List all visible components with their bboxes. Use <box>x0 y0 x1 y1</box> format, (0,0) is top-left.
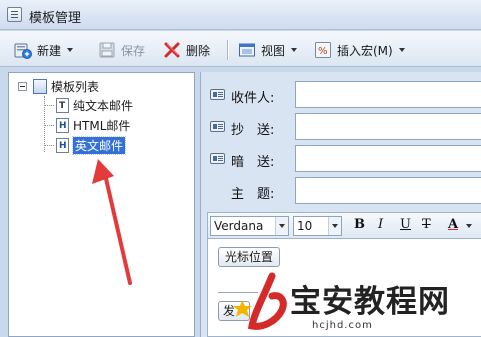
new-template-icon <box>14 41 32 59</box>
chevron-down-icon <box>398 48 405 52</box>
svg-text:%: % <box>318 46 328 57</box>
subject-field[interactable] <box>295 177 481 204</box>
toolbar-separator <box>227 40 228 60</box>
tree-item-label: 纯文本邮件 <box>73 98 134 113</box>
save-button[interactable]: 保存 <box>98 39 145 61</box>
tree-item-label: 英文邮件 <box>71 135 127 155</box>
font-family-select[interactable]: Verdana <box>210 216 289 236</box>
insert-macro-icon: % <box>314 41 332 59</box>
tree-item-plain-text[interactable]: T 纯文本邮件 <box>56 96 133 114</box>
tree-item-label: HTML邮件 <box>73 118 131 133</box>
window-title-bar: 模板管理 <box>0 0 481 30</box>
bcc-field[interactable] <box>295 145 481 172</box>
font-family-value: Verdana <box>214 219 264 233</box>
watermark-url: hcjhd.com <box>312 320 373 331</box>
address-book-icon[interactable] <box>210 153 225 164</box>
cc-label: 抄 送: <box>231 123 275 138</box>
cc-field[interactable] <box>295 113 481 140</box>
template-list-icon <box>33 78 47 94</box>
format-toolbar: Verdana 10 B I U T A <box>207 212 481 239</box>
template-tree: 模板列表 T 纯文本邮件 H HTML邮件 H 英文邮件 <box>8 72 195 337</box>
watermark-text: 宝安教程网 <box>290 284 450 320</box>
font-size-select[interactable]: 10 <box>293 216 342 236</box>
delete-icon <box>163 41 181 59</box>
font-color-button[interactable]: A <box>448 217 458 232</box>
chevron-down-icon <box>291 48 298 52</box>
delete-button[interactable]: 删除 <box>163 39 210 61</box>
view-icon <box>238 41 256 59</box>
watermark-logo-icon <box>233 272 287 330</box>
watermark: 宝安教程网 hcjhd.com <box>232 268 481 337</box>
bcc-row: 暗 送: <box>201 145 481 172</box>
to-label: 收件人: <box>231 91 275 106</box>
chevron-down-icon <box>466 224 472 228</box>
app-icon <box>7 7 22 22</box>
address-book-icon[interactable] <box>210 89 225 100</box>
collapse-toggle[interactable] <box>18 82 27 91</box>
toolbar: 新建 保存 删除 视图 % 插入宏(M) <box>0 31 481 67</box>
tree-root-label: 模板列表 <box>51 79 100 94</box>
italic-button[interactable]: I <box>378 217 383 232</box>
chevron-down-icon <box>328 217 341 235</box>
text-doc-icon: T <box>56 97 69 113</box>
chevron-down-icon <box>67 48 74 52</box>
to-row: 收件人: <box>201 81 481 108</box>
cc-row: 抄 送: <box>201 113 481 140</box>
strikethrough-button[interactable]: T <box>422 217 431 232</box>
subject-row: 主 题: <box>201 177 481 204</box>
bold-button[interactable]: B <box>354 217 365 232</box>
save-button-label: 保存 <box>121 43 146 58</box>
tree-connector <box>45 125 54 126</box>
html-doc-icon: H <box>56 137 69 153</box>
save-icon <box>98 41 116 59</box>
bcc-label: 暗 送: <box>231 155 275 170</box>
delete-button-label: 删除 <box>186 43 211 58</box>
tree-connector <box>45 105 54 106</box>
new-button[interactable]: 新建 <box>14 39 74 61</box>
subject-label: 主 题: <box>231 187 275 202</box>
insert-macro-button[interactable]: % 插入宏(M) <box>314 39 405 61</box>
tree-item-html[interactable]: H HTML邮件 <box>56 116 130 134</box>
view-button-label: 视图 <box>261 43 286 58</box>
to-field[interactable] <box>295 81 481 108</box>
underline-button[interactable]: U <box>400 217 411 232</box>
tree-item-english[interactable]: H 英文邮件 <box>56 135 127 155</box>
font-size-value: 10 <box>297 219 313 233</box>
window-title: 模板管理 <box>29 11 82 26</box>
html-doc-icon: H <box>56 117 69 133</box>
address-book-icon[interactable] <box>210 121 225 132</box>
tree-connector <box>45 145 54 146</box>
tree-root[interactable]: 模板列表 <box>33 77 99 95</box>
cursor-position-button[interactable]: 光标位置 <box>218 247 281 267</box>
view-button[interactable]: 视图 <box>238 39 298 61</box>
new-button-label: 新建 <box>37 43 62 58</box>
chevron-down-icon <box>275 217 288 235</box>
insert-macro-label: 插入宏(M) <box>337 43 393 58</box>
